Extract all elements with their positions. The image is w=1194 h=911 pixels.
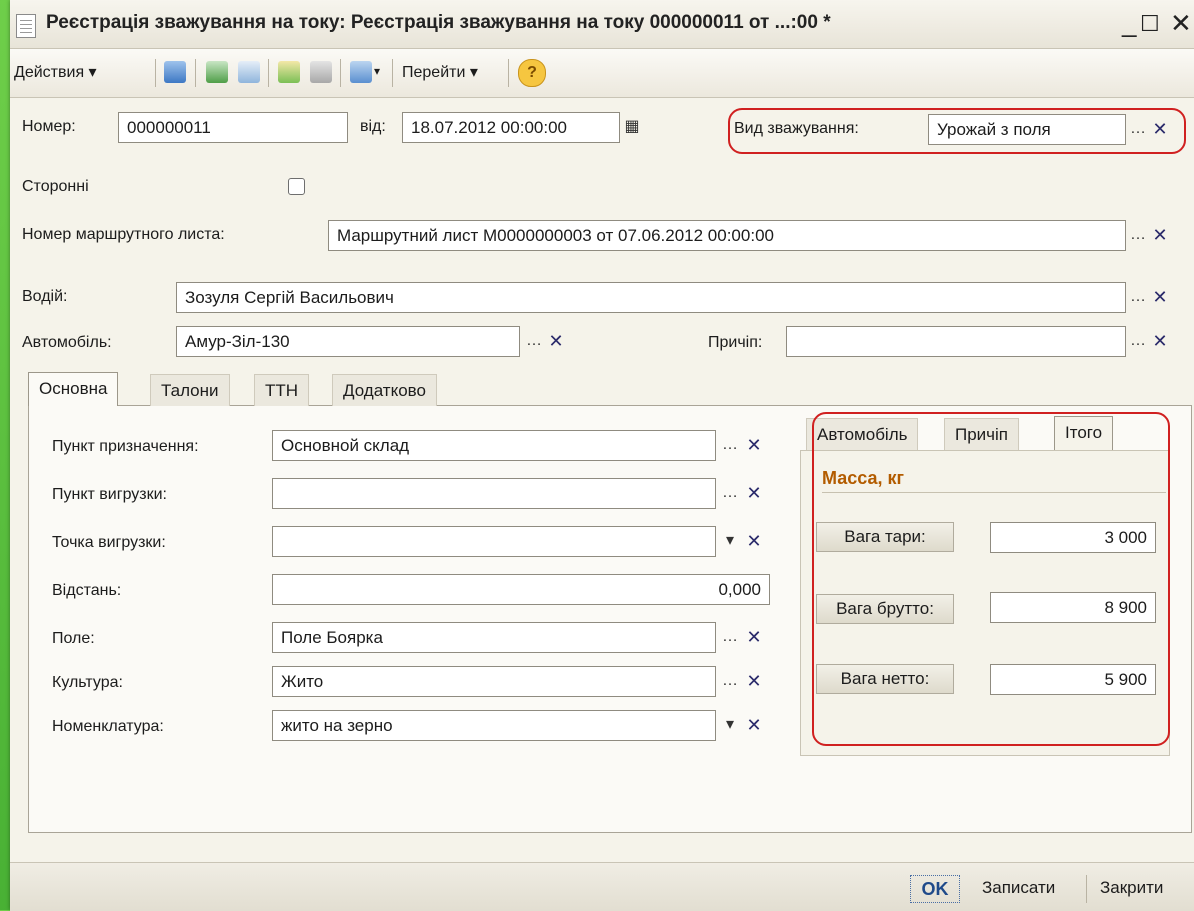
crop-field[interactable]: Жито [272, 666, 716, 697]
actions-menu[interactable]: Действия ▾ [14, 62, 97, 82]
document-icon [16, 14, 36, 38]
destination-label: Пункт призначення: [52, 438, 199, 455]
field-select-icon[interactable]: … [720, 626, 740, 650]
window-title: Реєстрація зважування на току: Реєстраці… [46, 12, 831, 33]
ok-button[interactable]: OK [910, 875, 960, 903]
crop-clear-icon[interactable]: ✕ [744, 670, 764, 694]
tab-main[interactable]: Основна [28, 372, 119, 406]
external-label: Сторонні [22, 178, 89, 195]
unload-spot-dropdown-icon[interactable]: ▾ [720, 530, 740, 554]
toolbar-separator [155, 59, 156, 87]
toolbar-separator [195, 59, 196, 87]
highlight-mass-panel [812, 412, 1170, 746]
title-bar: Реєстрація зважування на току: Реєстраці… [10, 0, 1194, 49]
trailer-clear-icon[interactable]: ✕ [1150, 330, 1170, 354]
driver-field[interactable]: Зозуля Сергій Васильович [176, 282, 1126, 313]
driver-clear-icon[interactable]: ✕ [1150, 286, 1170, 310]
unload-spot-label: Точка вигрузки: [52, 534, 166, 551]
tab-coupons[interactable]: Талони [150, 374, 230, 406]
car-label: Автомобіль: [22, 334, 112, 351]
toolbar-separator [268, 59, 269, 87]
crop-select-icon[interactable]: … [720, 670, 740, 694]
route-sheet-clear-icon[interactable]: ✕ [1150, 224, 1170, 248]
date-label: від: [360, 118, 386, 135]
trailer-label: Причіп: [708, 334, 763, 351]
distance-field[interactable]: 0,000 [272, 574, 770, 605]
minimize-button[interactable]: _ [1122, 9, 1136, 37]
driver-select-icon[interactable]: … [1128, 286, 1148, 310]
nomenclature-field[interactable]: жито на зерно [272, 710, 716, 741]
nomenclature-dropdown-icon[interactable]: ▾ [720, 714, 740, 738]
route-sheet-select-icon[interactable]: … [1128, 224, 1148, 248]
calendar-icon[interactable]: ▦ [622, 116, 642, 140]
close-button[interactable]: ✕ [1170, 9, 1192, 37]
unload-spot-field[interactable] [272, 526, 716, 557]
car-field[interactable]: Амур-Зіл-130 [176, 326, 520, 357]
structure-icon[interactable] [350, 61, 372, 83]
driver-label: Водій: [22, 288, 68, 305]
route-sheet-field[interactable]: Маршрутний лист М0000000003 от 07.06.201… [328, 220, 1126, 251]
toolbar: Действия ▾ ▾ Перейти ▾ ? [10, 49, 1194, 98]
structure-dropdown-chevron-icon[interactable]: ▾ [374, 64, 380, 78]
number-field[interactable]: 000000011 [118, 112, 348, 143]
trailer-field[interactable] [786, 326, 1126, 357]
number-label: Номер: [22, 118, 76, 135]
refresh-icon[interactable] [206, 61, 228, 83]
unload-point-label: Пункт вигрузки: [52, 486, 167, 503]
external-checkbox[interactable] [288, 178, 305, 195]
copy-document-icon[interactable] [238, 61, 260, 83]
car-select-icon[interactable]: … [524, 330, 544, 354]
distance-label: Відстань: [52, 582, 122, 599]
post-and-close-icon[interactable] [164, 61, 186, 83]
unload-point-field[interactable] [272, 478, 716, 509]
create-based-on-icon[interactable] [278, 61, 300, 83]
nomenclature-clear-icon[interactable]: ✕ [744, 714, 764, 738]
field-clear-icon[interactable]: ✕ [744, 626, 764, 650]
car-clear-icon[interactable]: ✕ [546, 330, 566, 354]
trailer-select-icon[interactable]: … [1128, 330, 1148, 354]
save-button[interactable]: Записати [982, 878, 1055, 898]
help-icon[interactable]: ? [518, 59, 546, 87]
unload-spot-clear-icon[interactable]: ✕ [744, 530, 764, 554]
toolbar-separator [340, 59, 341, 87]
document-window: Реєстрація зважування на току: Реєстраці… [10, 0, 1194, 911]
status-bar: OK Записати Закрити [10, 862, 1194, 911]
unload-point-clear-icon[interactable]: ✕ [744, 482, 764, 506]
tab-ttn[interactable]: ТТН [254, 374, 310, 406]
unload-point-select-icon[interactable]: … [720, 482, 740, 506]
tab-additional[interactable]: Додатково [332, 374, 437, 406]
close-form-button[interactable]: Закрити [1100, 878, 1163, 898]
destination-field[interactable]: Основной склад [272, 430, 716, 461]
maximize-button[interactable]: ☐ [1140, 10, 1160, 38]
goto-menu[interactable]: Перейти ▾ [402, 62, 478, 82]
toolbar-separator [392, 59, 393, 87]
destination-select-icon[interactable]: … [720, 434, 740, 458]
crop-label: Культура: [52, 674, 123, 691]
route-sheet-label: Номер маршрутного листа: [22, 226, 225, 243]
nomenclature-label: Номенклатура: [52, 718, 164, 735]
destination-clear-icon[interactable]: ✕ [744, 434, 764, 458]
toolbar-separator [508, 59, 509, 87]
statusbar-separator [1086, 875, 1087, 903]
field-field[interactable]: Поле Боярка [272, 622, 716, 653]
print-icon[interactable] [310, 61, 332, 83]
field-label: Поле: [52, 630, 95, 647]
date-field[interactable]: 18.07.2012 00:00:00 [402, 112, 620, 143]
highlight-weighing-type [728, 108, 1186, 154]
